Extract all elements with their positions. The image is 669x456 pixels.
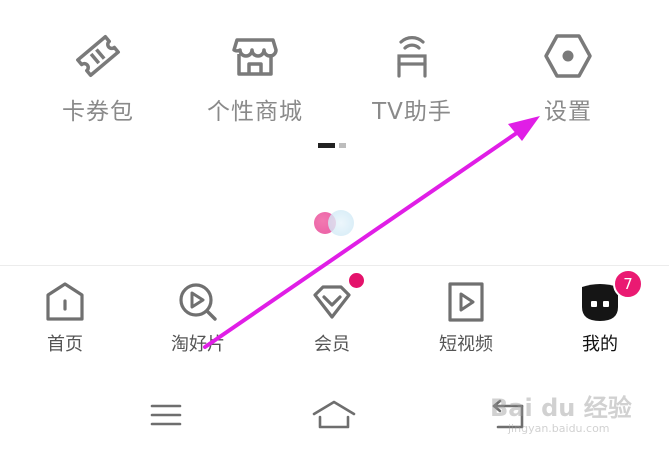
notification-dot bbox=[347, 271, 366, 290]
home-icon bbox=[46, 282, 84, 321]
nav-tab-label: 我的 bbox=[582, 334, 618, 355]
nav-tab-label: 淘好片 bbox=[171, 334, 225, 355]
nav-tab-label: 首页 bbox=[47, 334, 83, 355]
watermark: Bai du 经验 jingyan.baidu.com bbox=[490, 382, 660, 440]
nav-tab-discover[interactable]: 淘好片 bbox=[143, 275, 253, 357]
settings-hexagon-icon bbox=[544, 34, 592, 78]
system-home-button[interactable] bbox=[310, 398, 358, 432]
ticket-icon bbox=[76, 35, 120, 77]
search-play-icon bbox=[179, 283, 217, 321]
loading-indicator bbox=[312, 210, 358, 238]
watermark-text: Bai du 经验 bbox=[490, 394, 632, 422]
grid-item-label: 设置 bbox=[544, 99, 592, 125]
shop-icon bbox=[232, 38, 278, 76]
tv-remote-icon bbox=[397, 36, 427, 78]
page-dot bbox=[339, 143, 346, 148]
grid-item-label: 卡券包 bbox=[62, 99, 134, 125]
nav-tab-label: 会员 bbox=[314, 334, 350, 355]
grid-item-tv-assistant[interactable]: TV助手 bbox=[342, 30, 482, 130]
page-dot-active bbox=[318, 143, 335, 148]
loading-bubble-blue bbox=[328, 210, 354, 236]
nav-tab-home[interactable]: 首页 bbox=[10, 275, 120, 357]
grid-item-label: 个性商城 bbox=[207, 99, 303, 125]
nav-tab-vip[interactable]: 会员 bbox=[277, 271, 387, 357]
notification-badge: 7 bbox=[613, 269, 643, 299]
watermark-url: jingyan.baidu.com bbox=[508, 422, 610, 435]
system-menu-button[interactable] bbox=[146, 398, 186, 432]
play-square-icon bbox=[448, 282, 484, 322]
grid-item-theme-store[interactable]: 个性商城 bbox=[185, 30, 325, 130]
grid-item-settings[interactable]: 设置 bbox=[498, 30, 638, 130]
grid-item-label: TV助手 bbox=[372, 99, 452, 125]
grid-item-card-wallet[interactable]: 卡券包 bbox=[28, 30, 168, 130]
home-outline-icon bbox=[312, 400, 356, 429]
nav-tab-short-video[interactable]: 短视频 bbox=[411, 275, 521, 357]
nav-tab-profile[interactable]: 7 我的 bbox=[545, 269, 655, 357]
menu-icon bbox=[150, 404, 182, 426]
nav-divider bbox=[0, 265, 669, 266]
nav-tab-label: 短视频 bbox=[439, 334, 493, 355]
